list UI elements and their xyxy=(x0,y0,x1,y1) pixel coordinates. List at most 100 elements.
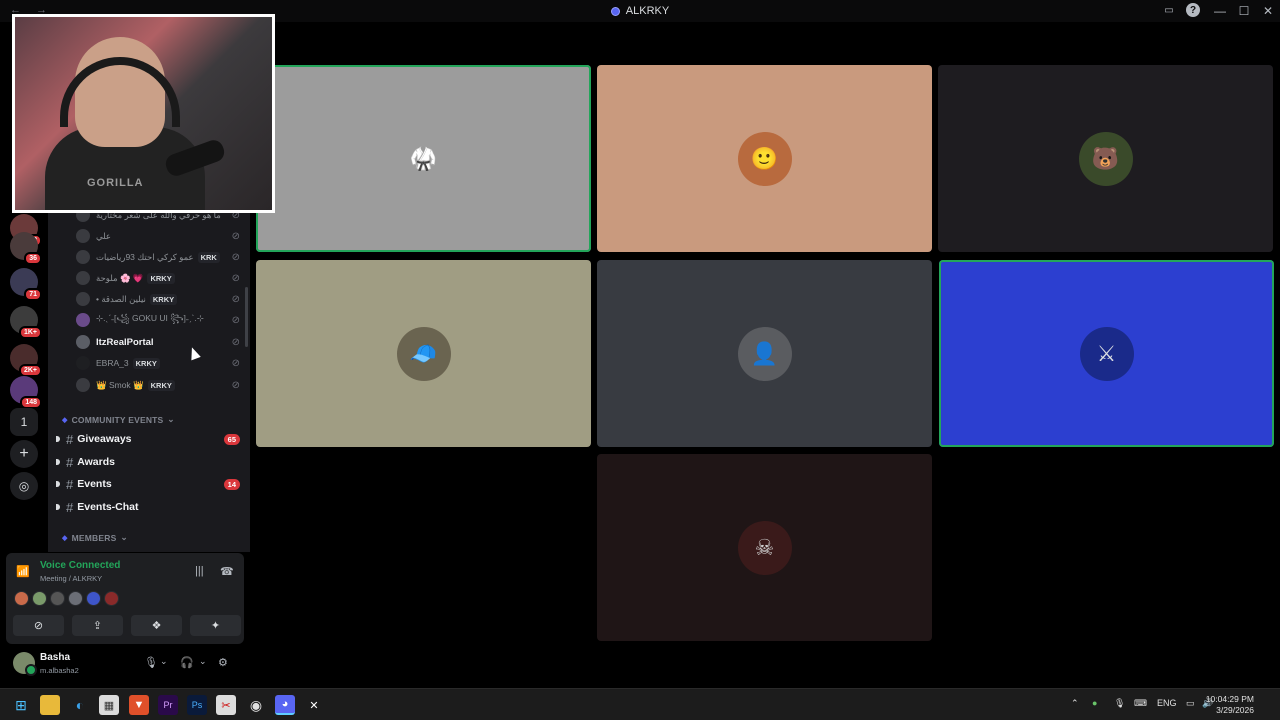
avatar xyxy=(76,250,90,264)
help-icon[interactable]: ? xyxy=(1186,3,1200,17)
headphones-icon[interactable]: 🎧 xyxy=(180,656,194,669)
anime-avatar-icon: ⚔ xyxy=(1079,326,1134,381)
brave-browser-icon[interactable]: ▼ xyxy=(129,695,149,715)
premiere-icon[interactable]: Pr xyxy=(158,695,178,715)
avatar[interactable] xyxy=(104,591,119,606)
deafened-icon: ⊘ xyxy=(231,230,240,242)
network-icon[interactable]: ▭ xyxy=(1186,698,1195,709)
voice-user[interactable]: عمو كركي احتك 93رياضيات KRK ⊘ xyxy=(76,247,246,267)
voice-user[interactable]: 👑 Smok 👑 KRKY ⊘ xyxy=(76,375,246,395)
server-icon[interactable]: 2K+ xyxy=(10,344,42,377)
deafened-icon: ⊘ xyxy=(231,336,240,348)
category-members[interactable]: ◆ MEMBERS ⌄ xyxy=(62,532,128,543)
snipping-tool-icon[interactable]: ✂ xyxy=(216,695,236,715)
hash-icon: # xyxy=(66,476,74,492)
windows-start-icon[interactable]: ⊞ xyxy=(11,695,31,715)
voice-user[interactable]: • نيلين الصدقة KRKY ⊘ xyxy=(76,289,246,309)
avatar[interactable] xyxy=(14,591,29,606)
hooded-avatar-icon: 👤 xyxy=(737,326,792,381)
signal-icon[interactable]: 📶 xyxy=(16,565,30,579)
camera-off-button[interactable]: ⊘ xyxy=(13,615,64,636)
voice-user[interactable]: ⊹.ˎˊ˗[꧁ GOKU UI ꧂]˗ˏˋ.⊹ ⊘ xyxy=(76,310,246,330)
add-server-icon[interactable]: + xyxy=(10,440,38,468)
system-clock[interactable]: 10:04:29 PM 3/29/2026 xyxy=(1206,694,1254,716)
store-icon[interactable]: ▦ xyxy=(99,695,119,715)
minimize-button[interactable]: — xyxy=(1208,4,1232,18)
discover-compass-icon[interactable]: ◎ xyxy=(10,472,38,500)
nvidia-icon[interactable]: ● xyxy=(1092,698,1097,708)
disconnect-icon[interactable]: ☎ xyxy=(220,565,234,578)
avatar xyxy=(76,271,90,285)
user-avatar[interactable] xyxy=(13,652,37,676)
role-tag: KRKY xyxy=(147,272,175,284)
server-icon[interactable]: 36 xyxy=(10,232,42,265)
avatar[interactable] xyxy=(50,591,65,606)
channel-events-chat[interactable]: # Events-Chat xyxy=(56,497,244,517)
microphone-tray-icon[interactable]: 🎙 xyxy=(1114,698,1125,709)
username[interactable]: Basha xyxy=(40,652,70,663)
unread-badge: 36 xyxy=(24,252,42,265)
participant-tile[interactable]: 🧢 xyxy=(256,260,591,447)
discord-icon[interactable]: ◕ xyxy=(275,695,295,715)
channel-awards[interactable]: # Awards xyxy=(56,452,244,472)
diamond-icon: ◆ xyxy=(62,534,68,542)
participant-tile[interactable]: 🙂 xyxy=(597,65,932,252)
keyboard-icon[interactable]: ⌨ xyxy=(1134,698,1147,709)
participant-tile[interactable]: 🥋 xyxy=(256,65,591,252)
participant-tile[interactable]: 🐻 xyxy=(938,65,1273,252)
server-icon[interactable]: 148 xyxy=(10,376,42,409)
channel-giveaways[interactable]: # Giveaways 65 xyxy=(56,429,244,449)
settings-gear-icon[interactable]: ⚙ xyxy=(218,656,228,669)
obs-icon[interactable]: ◉ xyxy=(246,695,266,715)
participant-tile[interactable]: ☠ xyxy=(597,454,932,641)
voice-user[interactable]: علي ⊘ xyxy=(76,226,246,246)
file-explorer-icon[interactable] xyxy=(40,695,60,715)
voice-user[interactable]: ItzRealPortal ⊘ xyxy=(76,332,246,352)
chevron-down-icon[interactable]: ⌄ xyxy=(199,656,207,667)
goku-avatar-icon: 🥋 xyxy=(396,131,451,186)
avatar[interactable] xyxy=(86,591,101,606)
activities-button[interactable]: ❖ xyxy=(131,615,182,636)
avatar[interactable] xyxy=(32,591,47,606)
user-handle: m.albasha2 xyxy=(40,666,79,675)
hash-icon: # xyxy=(66,431,74,447)
voice-status[interactable]: Voice Connected xyxy=(40,560,120,571)
participant-tile[interactable]: ⚔ xyxy=(939,260,1274,447)
avatar xyxy=(76,229,90,243)
inbox-icon[interactable]: ▭ xyxy=(1162,3,1176,17)
voice-user[interactable]: EBRA_3 KRKY ⊘ xyxy=(76,353,246,373)
deafened-icon: ⊘ xyxy=(231,357,240,369)
category-community-events[interactable]: ◆ COMMUNITY EVENTS ⌄ xyxy=(62,414,175,425)
language-indicator[interactable]: ENG xyxy=(1157,698,1177,708)
microphone-icon[interactable]: 🎙 xyxy=(144,656,158,669)
server-icon[interactable]: 71 xyxy=(10,268,42,301)
photoshop-icon[interactable]: Ps xyxy=(187,695,207,715)
noise-suppression-icon[interactable]: ||| xyxy=(195,565,204,577)
mention-badge: 14 xyxy=(223,478,240,490)
edge-browser-icon[interactable]: ◐ xyxy=(70,695,90,715)
chevron-down-icon[interactable]: ⌄ xyxy=(160,656,168,667)
unread-badge: 1K+ xyxy=(18,326,42,339)
unread-badge: 71 xyxy=(24,288,42,301)
window-title: ALKRKY xyxy=(610,5,669,17)
hash-icon: # xyxy=(66,499,74,515)
scrollbar[interactable] xyxy=(245,287,248,347)
deafened-icon: ⊘ xyxy=(231,272,240,284)
soundboard-button[interactable]: ✦ xyxy=(190,615,241,636)
chevron-down-icon: ⌄ xyxy=(120,532,128,542)
voice-channel-path[interactable]: Meeting / ALKRKY xyxy=(40,574,102,583)
server-icon[interactable]: 1K+ xyxy=(10,306,42,339)
voice-user[interactable]: ملوحة 🌸 💗 KRKY ⊘ xyxy=(76,268,246,288)
channel-events[interactable]: # Events 14 xyxy=(56,474,244,494)
hash-icon: # xyxy=(66,454,74,470)
maximize-button[interactable]: ☐ xyxy=(1232,4,1256,18)
close-button[interactable]: ✕ xyxy=(1256,4,1280,18)
capcut-icon[interactable]: ✕ xyxy=(304,695,324,715)
chevron-up-icon[interactable]: ⌃ xyxy=(1071,698,1079,709)
avatar[interactable] xyxy=(68,591,83,606)
participant-tile[interactable]: 👤 xyxy=(597,260,932,447)
server-folder-number[interactable]: 1 xyxy=(10,408,38,436)
deafened-icon: ⊘ xyxy=(231,379,240,391)
server-logo-icon xyxy=(610,6,620,16)
screen-share-button[interactable]: ⇪ xyxy=(72,615,123,636)
